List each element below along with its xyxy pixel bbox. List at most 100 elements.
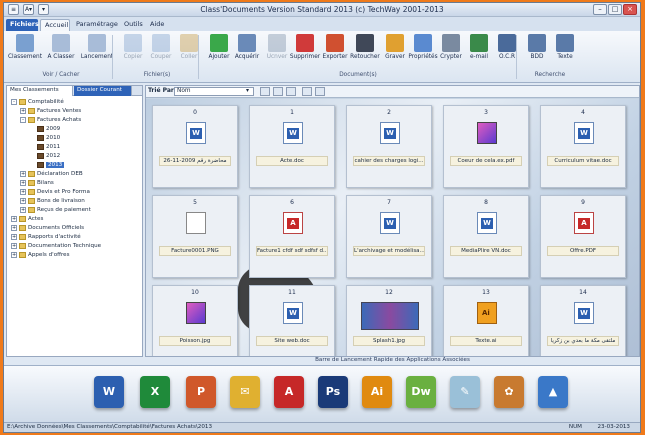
tree-node[interactable]: + Devis et Pro Forma: [20, 188, 90, 197]
document-card[interactable]: 13 Texte.ai: [443, 285, 529, 356]
ribbon-separator: [198, 35, 199, 79]
paint-bucket-icon[interactable]: ▲: [538, 376, 568, 408]
word-icon[interactable]: W: [94, 376, 124, 408]
retouch-button[interactable]: Retoucher: [348, 34, 382, 70]
ocr-button[interactable]: O.C.R: [490, 34, 524, 70]
tab-outils[interactable]: Outils: [120, 19, 144, 31]
illustrator-icon[interactable]: Ai: [362, 376, 392, 408]
tree-node-label: Documents Officiels: [28, 225, 85, 231]
lancement-button[interactable]: Lancement: [80, 34, 114, 70]
document-card[interactable]: 9 Offre.PDF: [540, 195, 626, 278]
acquire-icon: [238, 34, 256, 52]
search-text-button[interactable]: Texte: [548, 34, 582, 70]
document-card[interactable]: 3 Coeur de cela.ex.pdf: [443, 105, 529, 188]
document-card[interactable]: 6 Facture1 cfdf sdf sdfsf d...: [249, 195, 335, 278]
tree-node[interactable]: 2009: [29, 125, 60, 134]
tab-aide[interactable]: Aide: [146, 19, 168, 31]
tree-node[interactable]: + Reçus de paiement: [20, 206, 91, 215]
tree-node[interactable]: + Appels d'offres: [11, 251, 70, 260]
tab-fichiers[interactable]: Fichiers: [6, 19, 39, 31]
tree-node[interactable]: 2011: [29, 143, 60, 152]
document-card[interactable]: 10 Poisson.jpg: [152, 285, 238, 356]
paste-button[interactable]: Coller: [172, 34, 206, 70]
excel-icon[interactable]: X: [140, 376, 170, 408]
expand-icon[interactable]: +: [11, 251, 17, 258]
tree-node[interactable]: 2012: [29, 152, 60, 161]
a-classer-button[interactable]: A Classer: [44, 34, 78, 70]
sort-select[interactable]: Nom: [174, 87, 254, 96]
powerpoint-icon[interactable]: P: [186, 376, 216, 408]
tree-node[interactable]: - Factures Achats: [20, 116, 81, 125]
tree-node[interactable]: + Documentation Technique: [11, 242, 101, 251]
paint-icon[interactable]: ✿: [494, 376, 524, 408]
document-card[interactable]: 8 MediaPlire VN.doc: [443, 195, 529, 278]
image-file-icon: [186, 302, 206, 324]
folder-icon: [19, 215, 26, 222]
tree-node[interactable]: 2010: [29, 134, 60, 143]
document-card[interactable]: 11 Site web.doc: [249, 285, 335, 356]
expand-icon[interactable]: +: [20, 107, 26, 114]
encrypt-icon: [442, 34, 460, 52]
expand-icon[interactable]: +: [11, 224, 17, 231]
tree-node[interactable]: + Factures Ventes: [20, 107, 81, 116]
tab-accueil[interactable]: Accueil: [40, 19, 70, 31]
list-view-icon[interactable]: [273, 87, 283, 96]
collapse-icon[interactable]: -: [20, 116, 26, 123]
print-icon[interactable]: [315, 87, 325, 96]
refresh-icon[interactable]: [302, 87, 312, 96]
expand-icon[interactable]: +: [11, 233, 17, 240]
close-icon[interactable]: ×: [623, 4, 637, 15]
acrobat-icon[interactable]: A: [274, 376, 304, 408]
outlook-icon[interactable]: ✉: [230, 376, 260, 408]
notepad-icon[interactable]: ✎: [450, 376, 480, 408]
maximize-icon[interactable]: □: [608, 4, 622, 15]
expand-icon[interactable]: +: [20, 197, 26, 204]
expand-icon[interactable]: +: [20, 188, 26, 195]
pdf-document-icon: [574, 212, 594, 234]
document-card[interactable]: 4 Curriculum vitae.doc: [540, 105, 626, 188]
details-view-icon[interactable]: [286, 87, 296, 96]
document-card[interactable]: 5 Facture0001.PNG: [152, 195, 238, 278]
tree-node[interactable]: 2013: [29, 161, 65, 170]
tree-node[interactable]: - Comptabilité: [11, 98, 64, 107]
grid-view-icon[interactable]: [260, 87, 270, 96]
folder-icon: [37, 161, 44, 168]
tree-node[interactable]: + Déclaration DEB: [20, 170, 83, 179]
tree-node[interactable]: + Documents Officiels: [11, 224, 84, 233]
folder-icon: [19, 242, 26, 249]
document-caption: Facture0001.PNG: [159, 246, 231, 256]
folder-icon: [19, 233, 26, 240]
document-card[interactable]: 7 L'archivage et modélisa...: [346, 195, 432, 278]
tab-mes-classements[interactable]: Mes Classements: [7, 86, 73, 96]
dreamweaver-icon[interactable]: Dw: [406, 376, 436, 408]
acquire-button[interactable]: Acquérir: [230, 34, 264, 70]
expand-icon[interactable]: +: [11, 215, 17, 222]
minimize-icon[interactable]: –: [593, 4, 607, 15]
tree-node-label: Factures Achats: [37, 117, 82, 123]
expand-icon[interactable]: +: [20, 206, 26, 213]
tab-dossier-courant[interactable]: Dossier Courant: [74, 86, 132, 96]
classement-button[interactable]: Classement: [8, 34, 42, 70]
delete-button[interactable]: Supprimer: [288, 34, 322, 70]
tree-node[interactable]: + Bons de livraison: [20, 197, 85, 206]
chevron-down-icon[interactable]: ▾: [246, 87, 249, 94]
document-card[interactable]: 12 Splash1.jpg: [346, 285, 432, 356]
document-card[interactable]: 0 26-11-2009 محاضرة رقم: [152, 105, 238, 188]
expand-icon[interactable]: +: [11, 242, 17, 249]
tree-node[interactable]: + Actes: [11, 215, 43, 224]
tree-node[interactable]: + Rapports d'activité: [11, 233, 81, 242]
tab-paramtrage[interactable]: Paramétrage: [72, 19, 118, 31]
document-number: 9: [581, 199, 585, 206]
expand-icon[interactable]: +: [20, 179, 26, 186]
document-card[interactable]: 1 Acte.doc: [249, 105, 335, 188]
document-card[interactable]: 14 ملتقى مكة ما بعدي بن زكريا: [540, 285, 626, 356]
document-card[interactable]: 2 cahier des charges logi...: [346, 105, 432, 188]
document-caption: Poisson.jpg: [159, 336, 231, 346]
retouch-icon: [356, 34, 374, 52]
collapse-icon[interactable]: -: [11, 98, 17, 105]
ribbon-group-label: Voir / Cacher: [42, 72, 80, 78]
export-button[interactable]: Exporter: [318, 34, 352, 70]
photoshop-icon[interactable]: Ps: [318, 376, 348, 408]
tree-node[interactable]: + Bilans: [20, 179, 54, 188]
expand-icon[interactable]: +: [20, 170, 26, 177]
